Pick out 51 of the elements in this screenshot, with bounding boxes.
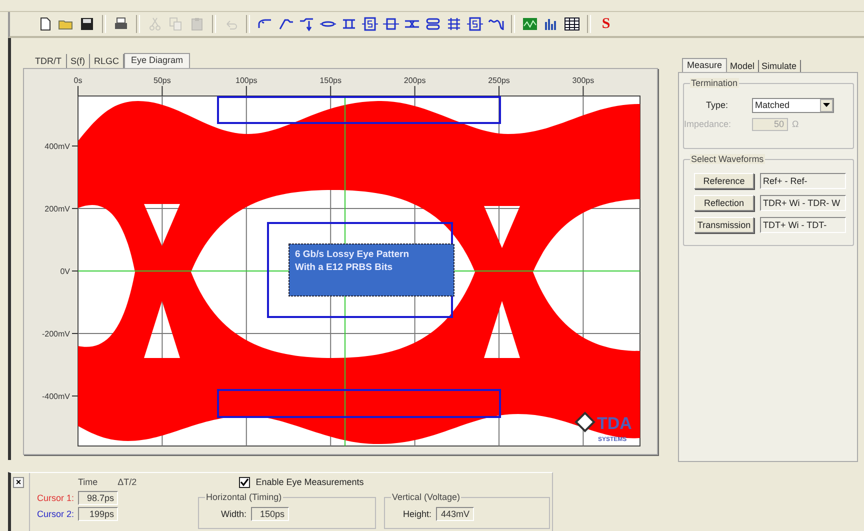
tab[interactable]: Measure xyxy=(682,58,728,72)
tick-label: -200mV xyxy=(42,330,70,338)
waveform-button[interactable]: Reflection xyxy=(694,195,754,211)
field-label: Height: xyxy=(403,508,432,519)
circuit-element-icon[interactable] xyxy=(361,15,379,33)
waveform-field[interactable]: TDR+ Wi - TDR- W xyxy=(760,195,846,211)
chart-icon[interactable] xyxy=(521,15,539,33)
waveform-button[interactable]: Transmission xyxy=(694,217,754,233)
tick-label: 100ps xyxy=(236,76,258,85)
waveform-field[interactable]: Ref+ - Ref- xyxy=(760,173,846,189)
cursor-label: Cursor 1: xyxy=(36,492,74,503)
tick-label: 250ps xyxy=(488,76,510,85)
waveform-button[interactable]: Reference xyxy=(694,173,754,189)
circuit-element-icon[interactable] xyxy=(445,15,463,33)
toolbar-button[interactable]: S xyxy=(597,15,615,33)
unit-label: Ω xyxy=(792,119,799,129)
logo-text: TDA xyxy=(597,414,632,433)
value-field: 443mV xyxy=(436,506,474,521)
logo-icon xyxy=(574,412,596,432)
tick-label: 400mV xyxy=(44,142,70,151)
tick-label: 200ps xyxy=(404,76,426,85)
tick-label: 0s xyxy=(74,76,82,85)
value-field: 150ps xyxy=(250,506,289,521)
cursor-label: Cursor 2: xyxy=(36,508,74,519)
group-title: Termination xyxy=(690,78,739,88)
value-field: 199ps xyxy=(78,506,118,521)
tick-label: 300ps xyxy=(572,76,594,85)
field-label: Type: xyxy=(706,100,730,110)
field-label: Impedance: xyxy=(684,119,730,129)
tick-label: 0V xyxy=(60,267,70,276)
group-title: Horizontal (Timing) xyxy=(205,492,283,502)
close-button[interactable]: × xyxy=(13,476,24,488)
annotation-text: 6 Gb/s Lossy Eye Pattern With a E12 PRBS Bits xyxy=(295,249,410,273)
circuit-element-icon[interactable] xyxy=(466,15,484,33)
floppy-disk-icon[interactable] xyxy=(78,15,96,33)
column-header: Time xyxy=(78,477,98,488)
tick-label: -400mV xyxy=(42,392,70,401)
group-title: Vertical (Voltage) xyxy=(391,492,462,502)
tick-label: 200mV xyxy=(44,204,70,214)
group-title: Select Waveforms xyxy=(690,154,765,164)
waveform-field[interactable]: TDT+ Wi - TDT- xyxy=(760,217,846,233)
checkbox[interactable] xyxy=(238,476,250,488)
type-dropdown[interactable]: Matched xyxy=(752,98,834,112)
column-header: ΔT/2 xyxy=(118,477,137,488)
table-icon[interactable] xyxy=(563,15,581,33)
tab[interactable]: Eye Diagram xyxy=(124,53,190,68)
value-field: 98.7ps xyxy=(78,490,118,505)
field-label: Width: xyxy=(221,508,247,519)
checkbox-label: Enable Eye Measurements xyxy=(256,477,364,488)
tick-label: 150ps xyxy=(320,76,342,85)
tick-label: 50ps xyxy=(154,76,171,85)
